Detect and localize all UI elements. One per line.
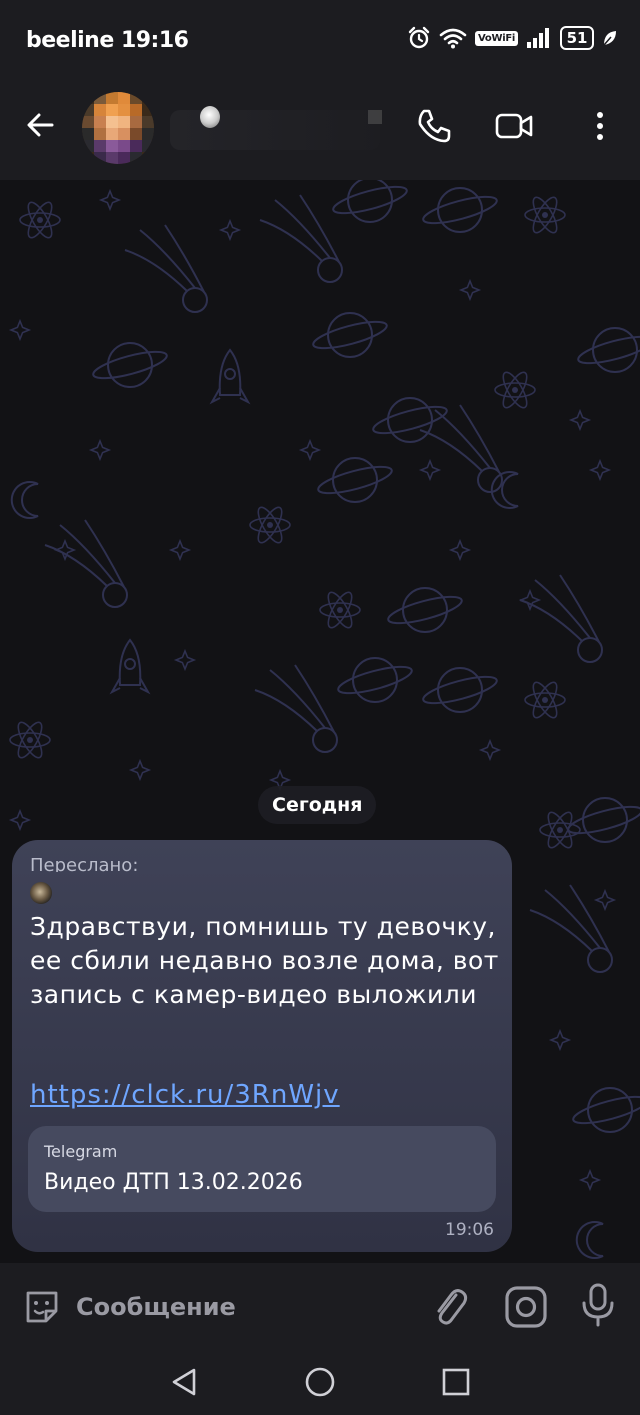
message-composer xyxy=(0,1263,640,1351)
incoming-message-bubble[interactable]: Переслано: Здравствуи, помнишь ту девочк… xyxy=(12,840,512,1252)
status-bar: beeline 19:16 VoWiFi 51 xyxy=(0,0,640,82)
battery-indicator: 51 xyxy=(560,26,594,50)
date-separator: Сегодня xyxy=(258,786,377,824)
nav-recents-button[interactable] xyxy=(439,1365,473,1399)
sticker-button[interactable] xyxy=(20,1285,64,1329)
voice-message-button[interactable] xyxy=(576,1281,620,1331)
video-call-button[interactable] xyxy=(492,104,536,148)
more-options-button[interactable] xyxy=(578,104,622,148)
carrier-name: beeline xyxy=(26,28,114,53)
square-recents-icon xyxy=(442,1368,470,1396)
forwarded-label: Переслано: xyxy=(30,855,139,872)
phone-icon xyxy=(418,109,451,143)
contact-avatar[interactable] xyxy=(82,92,154,164)
link-preview-card[interactable]: Telegram Видео ДТП 13.02.2026 xyxy=(28,1126,496,1212)
more-vertical-icon xyxy=(597,112,603,140)
preview-site-name: Telegram xyxy=(44,1142,118,1161)
paperclip-icon xyxy=(437,1289,468,1325)
attach-button[interactable] xyxy=(428,1283,472,1331)
arrow-left-icon xyxy=(27,113,54,137)
leaf-icon xyxy=(603,31,616,46)
message-input[interactable] xyxy=(76,1287,396,1327)
system-navigation-bar xyxy=(0,1351,640,1415)
back-button[interactable] xyxy=(24,108,58,142)
microphone-icon xyxy=(582,1283,614,1327)
message-link[interactable]: https://clck.ru/3RnWjv xyxy=(30,1080,340,1110)
status-icons: VoWiFi 51 xyxy=(407,26,618,50)
chat-area[interactable]: Сегодня Переслано: Здравствуи, помнишь т… xyxy=(0,180,640,1263)
wifi-icon xyxy=(439,28,467,49)
camera-icon xyxy=(505,1286,547,1328)
camera-button[interactable] xyxy=(502,1283,550,1331)
circle-home-icon xyxy=(305,1367,335,1397)
video-camera-icon xyxy=(495,113,533,139)
alarm-icon xyxy=(408,26,430,49)
message-text: Здравствуи, помнишь ту девочку, ее сбили… xyxy=(30,912,499,1009)
contact-name-fragment xyxy=(368,110,382,124)
preview-title: Видео ДТП 13.02.2026 xyxy=(44,1170,303,1195)
nav-home-button[interactable] xyxy=(303,1365,337,1399)
chat-header xyxy=(0,82,640,180)
sticker-icon xyxy=(26,1291,58,1323)
carrier-and-time: beeline 19:16 xyxy=(26,28,189,53)
triangle-back-icon xyxy=(172,1368,196,1396)
contact-status-emoji xyxy=(200,106,220,128)
signal-icon xyxy=(527,28,549,48)
nav-back-button[interactable] xyxy=(168,1365,202,1399)
call-button[interactable] xyxy=(412,104,456,148)
clock: 19:16 xyxy=(120,28,189,53)
forwarded-sender-avatar[interactable] xyxy=(30,882,52,904)
vowifi-badge: VoWiFi xyxy=(475,30,518,46)
message-timestamp: 19:06 xyxy=(445,1220,494,1240)
